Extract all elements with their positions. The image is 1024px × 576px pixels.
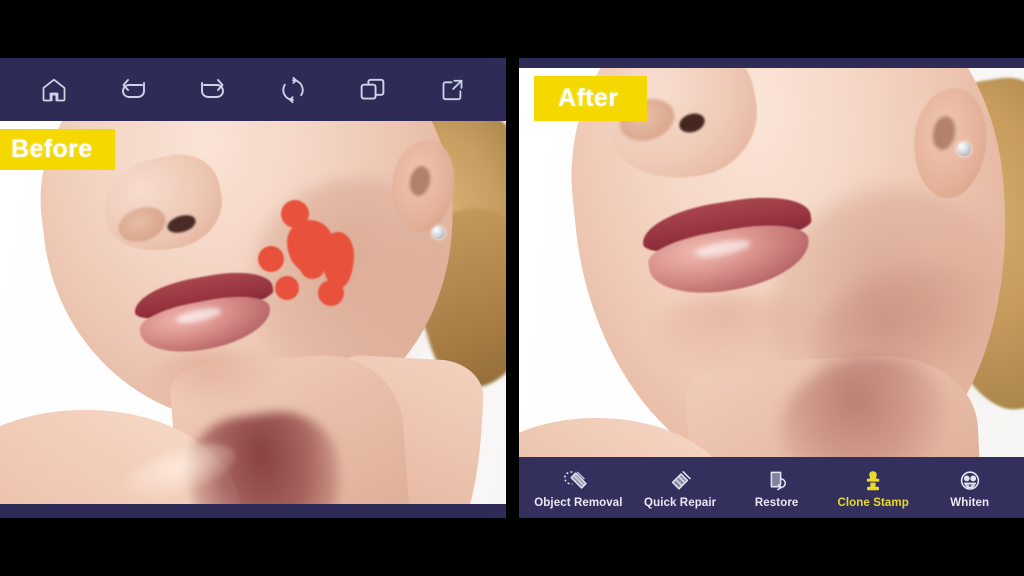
blemish-mark xyxy=(291,244,313,266)
undo-button[interactable] xyxy=(110,67,156,113)
object-removal-icon xyxy=(563,467,593,494)
after-panel-top-bar xyxy=(519,58,1024,68)
reset-button[interactable] xyxy=(270,67,316,113)
tool-label: Whiten xyxy=(950,496,990,509)
after-badge: After xyxy=(534,76,647,121)
redo-button[interactable] xyxy=(190,67,236,113)
editor-tool-toolbar: Object Removal Quick Repair Restore Clon… xyxy=(519,457,1024,518)
home-icon xyxy=(40,76,68,104)
layers-icon xyxy=(358,75,387,104)
tool-whiten[interactable]: Whiten xyxy=(931,467,1009,509)
after-photo xyxy=(519,58,1024,518)
editor-top-toolbar xyxy=(0,58,506,121)
home-button[interactable] xyxy=(31,67,77,113)
blemish-mark xyxy=(318,280,344,306)
before-panel-bottom-bar xyxy=(0,504,506,518)
tool-quick-repair[interactable]: Quick Repair xyxy=(641,467,719,509)
tool-clone-stamp[interactable]: Clone Stamp xyxy=(834,467,912,509)
after-panel: After Object Removal Quick Repair Restor… xyxy=(519,58,1024,518)
share-button[interactable] xyxy=(429,67,475,113)
reset-icon xyxy=(279,76,307,104)
undo-icon xyxy=(118,77,148,103)
tool-label: Clone Stamp xyxy=(837,496,909,509)
restore-icon xyxy=(763,467,791,494)
blemish-mark xyxy=(275,276,299,300)
tool-label: Object Removal xyxy=(534,496,623,509)
redo-icon xyxy=(198,77,228,103)
tool-restore[interactable]: Restore xyxy=(738,467,816,509)
clone-stamp-icon xyxy=(859,467,887,494)
layers-button[interactable] xyxy=(349,67,395,113)
tool-label: Restore xyxy=(754,496,799,509)
before-photo xyxy=(0,58,506,518)
share-icon xyxy=(439,76,466,103)
before-badge: Before xyxy=(0,129,115,170)
app-screenshot: Before After Object Removal Quick Repair… xyxy=(0,0,1024,576)
whiten-icon xyxy=(956,467,984,494)
before-panel: Before xyxy=(0,58,506,518)
quick-repair-icon xyxy=(665,467,695,494)
tool-label: Quick Repair xyxy=(644,496,717,509)
tool-object-removal[interactable]: Object Removal xyxy=(534,467,622,509)
blemish-mark xyxy=(258,246,284,272)
